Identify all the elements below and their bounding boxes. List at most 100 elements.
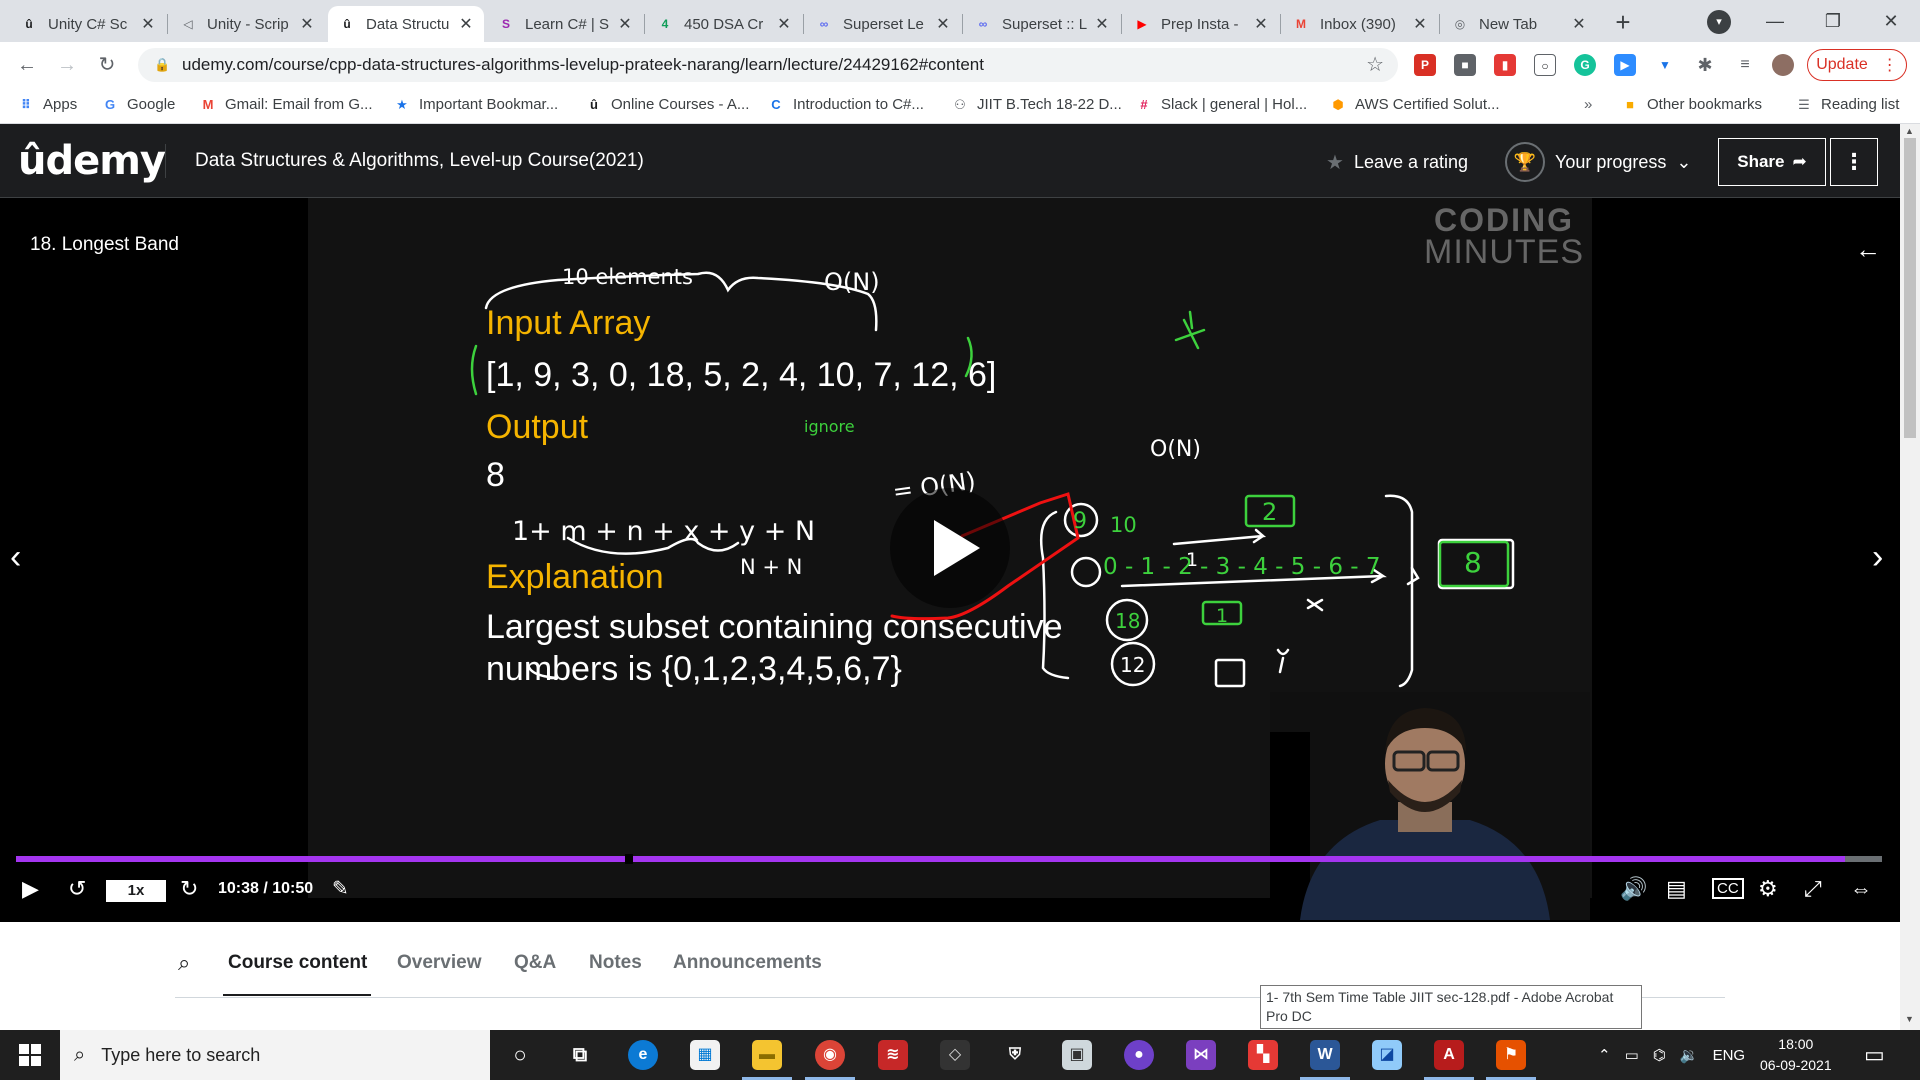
next-lecture-icon[interactable]: › [1872, 538, 1883, 577]
media-control-icon[interactable]: ≡ [1734, 54, 1756, 76]
fullscreen-icon[interactable]: ⤢ [1804, 876, 1822, 902]
reload-icon[interactable]: ↻ [92, 50, 122, 80]
profile-avatar[interactable] [1772, 54, 1794, 76]
new-tab-button[interactable]: + [1608, 8, 1638, 38]
close-tab-icon[interactable]: ✕ [935, 14, 951, 34]
bookmark-item[interactable]: ★ Important Bookmar... [394, 96, 558, 113]
notifications-icon[interactable]: ▭ [1864, 1042, 1885, 1068]
bookmark-item[interactable]: G Google [102, 96, 175, 113]
close-tab-icon[interactable]: ✕ [1253, 14, 1269, 34]
play-icon[interactable]: ▶ [22, 876, 39, 902]
unity-icon[interactable]: ◇ [940, 1040, 970, 1070]
task-view-icon[interactable]: ⧉ [565, 1040, 595, 1070]
taskbar-clock[interactable]: 18:00 06-09-2021 [1760, 1034, 1832, 1076]
forward-arrow-icon[interactable]: → [52, 50, 82, 80]
network-icon[interactable]: ⌬ [1653, 1046, 1666, 1064]
captions-icon[interactable]: CC [1712, 878, 1744, 899]
close-sidebar-arrow-icon[interactable]: ← [1855, 234, 1881, 265]
browser-tab[interactable]: ∞ Superset Le ✕ [805, 6, 961, 42]
edge-icon[interactable]: e [628, 1040, 658, 1070]
app-icon[interactable]: ▣ [1062, 1040, 1092, 1070]
bookmarks-overflow-icon[interactable]: » [1584, 96, 1592, 113]
rewind-5-icon[interactable]: ↺ [68, 876, 86, 902]
minimize-icon[interactable]: — [1752, 4, 1798, 38]
browser-tab[interactable]: ▶ Prep Insta - ✕ [1123, 6, 1279, 42]
app-icon[interactable]: ◪ [1372, 1040, 1402, 1070]
close-tab-icon[interactable]: ✕ [1412, 14, 1428, 34]
start-button[interactable] [0, 1030, 60, 1080]
acrobat-icon[interactable]: A [1434, 1040, 1464, 1070]
chrome-icon[interactable]: ◉ [815, 1040, 845, 1070]
language-indicator[interactable]: ENG [1713, 1047, 1746, 1064]
restore-icon[interactable]: ❐ [1810, 4, 1856, 38]
cortana-icon[interactable]: ○ [505, 1040, 535, 1070]
browser-tab[interactable]: ◁ Unity - Scrip ✕ [169, 6, 325, 42]
chevron-up-icon[interactable]: ⌃ [1598, 1046, 1611, 1064]
forward-5-icon[interactable]: ↻ [180, 876, 198, 902]
scrollbar-thumb[interactable] [1904, 138, 1916, 438]
scroll-down-icon[interactable]: ▼ [1905, 1014, 1914, 1024]
transcript-icon[interactable]: ▤ [1666, 876, 1687, 902]
search-icon[interactable]: ⌕ [178, 950, 190, 976]
pdf-extension-icon[interactable]: ▮ [1494, 54, 1516, 76]
bookmark-item[interactable]: ⬢ AWS Certified Solut... [1330, 96, 1499, 113]
playback-speed-button[interactable]: 1x [106, 880, 166, 902]
close-tab-icon[interactable]: ✕ [299, 14, 315, 34]
scroll-up-icon[interactable]: ▲ [1905, 126, 1914, 136]
close-tab-icon[interactable]: ✕ [1094, 14, 1110, 34]
app-icon[interactable]: ⚑ [1496, 1040, 1526, 1070]
bookmark-item[interactable]: # Slack | general | Hol... [1136, 96, 1307, 113]
browser-tab[interactable]: ∞ Superset :: L ✕ [964, 6, 1120, 42]
tab-overview[interactable]: Overview [397, 952, 482, 974]
store-icon[interactable]: ▦ [690, 1040, 720, 1070]
back-arrow-icon[interactable]: ← [12, 50, 42, 80]
app-icon[interactable]: ≋ [878, 1040, 908, 1070]
bookmark-item[interactable]: ⚇ JIIT B.Tech 18-22 D... [952, 96, 1122, 113]
leave-rating-button[interactable]: ★ Leave a rating [1326, 150, 1468, 175]
close-tab-icon[interactable]: ✕ [1571, 14, 1587, 34]
battery-icon[interactable]: ▭ [1625, 1046, 1639, 1064]
vpn-extension-icon[interactable]: ▼ [1654, 54, 1676, 76]
security-shield-icon[interactable]: ⛨ [1000, 1040, 1030, 1070]
address-bar[interactable]: 🔒 udemy.com/course/cpp-data-structures-a… [138, 48, 1398, 82]
close-window-icon[interactable]: ✕ [1868, 4, 1914, 38]
video-player[interactable]: Input Array [1, 9, 3, 0, 18, 5, 2, 4, 10… [0, 198, 1900, 922]
app-icon[interactable]: ▚ [1248, 1040, 1278, 1070]
tab-announcements[interactable]: Announcements [673, 952, 822, 974]
reading-list-button[interactable]: ☰ Reading list [1796, 96, 1899, 113]
taskbar-search-box[interactable]: ⌕ Type here to search [60, 1030, 490, 1080]
bookmark-item[interactable]: û Online Courses - A... [586, 96, 749, 113]
tab-qa[interactable]: Q&A [514, 952, 556, 974]
other-bookmarks-folder[interactable]: ■ Other bookmarks [1622, 96, 1762, 113]
more-options-button[interactable]: ⋮ [1830, 138, 1878, 186]
close-tab-icon[interactable]: ✕ [140, 14, 156, 34]
browser-tab[interactable]: û Unity C# Sc ✕ [10, 6, 166, 42]
update-button[interactable]: Update ⋮ [1807, 49, 1907, 81]
file-explorer-icon[interactable]: ▬ [752, 1040, 782, 1070]
word-icon[interactable]: W [1310, 1040, 1340, 1070]
extension-icon[interactable]: ○ [1534, 54, 1556, 76]
bookmark-item[interactable]: C Introduction to C#... [768, 96, 924, 113]
close-tab-icon[interactable]: ✕ [458, 14, 474, 34]
grammarly-icon[interactable]: G [1574, 54, 1596, 76]
zoom-extension-icon[interactable]: ▶ [1614, 54, 1636, 76]
close-tab-icon[interactable]: ✕ [617, 14, 633, 34]
extensions-puzzle-icon[interactable]: ✱ [1694, 54, 1716, 76]
volume-icon[interactable]: 🔉 [1680, 1046, 1699, 1064]
expanded-view-icon[interactable]: ⇔ [1850, 876, 1872, 902]
extension-icon[interactable]: ■ [1454, 54, 1476, 76]
tab-search-icon[interactable]: ▾ [1707, 10, 1731, 34]
udemy-logo[interactable]: ûdemy [18, 138, 166, 184]
browser-tab[interactable]: ◎ New Tab ✕ [1441, 6, 1597, 42]
previous-lecture-icon[interactable]: ‹ [10, 538, 21, 577]
settings-gear-icon[interactable]: ⚙ [1758, 876, 1778, 902]
tab-notes[interactable]: Notes [589, 952, 642, 974]
tab-course-content[interactable]: Course content [228, 952, 367, 974]
browser-tab[interactable]: û Data Structu ✕ [328, 6, 484, 42]
bookmark-item[interactable]: ⠿ Apps [18, 96, 77, 113]
play-overlay-button[interactable] [890, 488, 1010, 608]
volume-icon[interactable]: 🔊 [1620, 876, 1647, 902]
bookmark-star-icon[interactable]: ☆ [1366, 52, 1384, 77]
visual-studio-icon[interactable]: ⋈ [1186, 1040, 1216, 1070]
github-icon[interactable]: ● [1124, 1040, 1154, 1070]
